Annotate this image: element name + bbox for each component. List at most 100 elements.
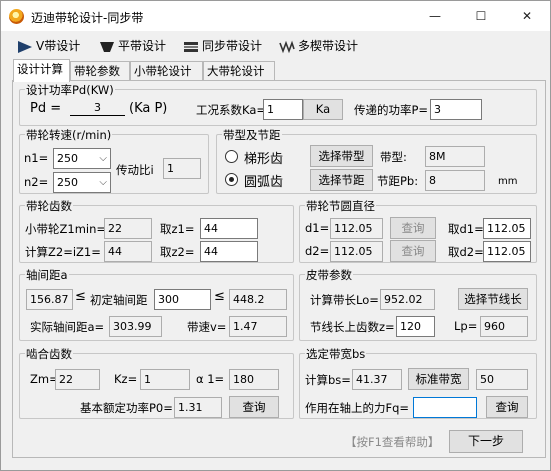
tab-small-wheel[interactable]: 小带轮设计 [130,61,203,81]
ratio-label: 传动比i [116,163,154,177]
menu-flat-belt[interactable]: 平带设计 [99,36,166,56]
group-pitch-diameter: 带轮节圆直径 d1= 112.05 查询 取d1= 112.05 d2= 112… [299,198,537,263]
minimize-button[interactable]: — [412,1,458,31]
z2calc-value: 44 [104,241,152,262]
belt-speed-value: 1.47 [229,316,287,337]
shaft-force-input[interactable] [413,397,477,418]
d2-query-button[interactable]: 查询 [390,240,436,262]
tab-wheel-params[interactable]: 带轮参数 [70,61,130,81]
init-center-input[interactable]: 300 [154,289,211,310]
close-button[interactable]: ✕ [504,1,550,31]
menu-multi-v-belt[interactable]: 多楔带设计 [279,36,358,56]
group-center-distance: 轴间距a 156.87 ≤ 初定轴间距 300 ≤ 448.2 实际轴间距a= … [19,267,294,341]
chevron-down-icon: ⌵ [99,153,107,164]
ka-label: 工况系数Ka= [196,103,267,117]
main-window: 迈迪带轮设计-同步带 — ☐ ✕ V带设计 平带设计 同步带设计 多楔带设计 设… [0,0,551,471]
n2-label: n2= [24,175,49,189]
group-mesh-teeth-label: 啮合齿数 [25,346,73,362]
kz-value: 1 [140,369,190,390]
design-power-value: 3 [70,101,125,116]
belt-length-label: 计算带长Lo= [310,293,379,307]
bs-calc-value: 41.37 [352,369,402,390]
td1-label: 取d1= [448,222,484,236]
d2-label: d2= [305,244,330,258]
belt-teeth-input[interactable]: 120 [396,316,435,337]
power-input[interactable]: 3 [430,99,482,120]
p0-query-button[interactable]: 查询 [229,396,279,418]
belt-teeth-label: 节线长上齿数z= [310,320,395,334]
actual-center-label: 实际轴间距a= [30,320,105,334]
lp-value: 960 [480,316,528,337]
pitch-label: 节距Pb: [377,174,419,188]
z1-input[interactable]: 44 [200,218,258,239]
tab-large-wheel[interactable]: 大带轮设计 [203,61,275,81]
z1-label: 取z1= [160,222,195,236]
td1-input[interactable]: 112.05 [483,218,531,239]
d1-value: 112.05 [330,218,383,239]
init-center-label: 初定轴间距 [90,293,148,307]
ka-button[interactable]: Ka [303,99,343,120]
less-equal-1: ≤ [75,289,86,304]
group-teeth: 带轮齿数 小带轮Z1min= 22 取z1= 44 计算Z2=iZ1= 44 取… [19,198,294,263]
window-title: 迈迪带轮设计-同步带 [31,11,144,25]
center-max-value: 448.2 [229,289,287,310]
group-belt-params: 皮带参数 计算带长Lo= 952.02 选择节线长 节线长上齿数z= 120 L… [299,267,537,341]
select-pitch-button[interactable]: 选择节距 [310,169,373,191]
td2-input[interactable]: 112.05 [483,241,531,262]
shaft-force-query-button[interactable]: 查询 [486,396,528,418]
next-step-button[interactable]: 下一步 [449,430,523,453]
group-belt-type-label: 带型及节距 [222,127,282,143]
lp-label: Lp= [454,319,478,333]
n2-select[interactable]: 250 ⌵ [53,172,111,193]
d1-query-button[interactable]: 查询 [390,217,436,239]
belt-length-value: 952.02 [380,289,435,310]
p0-value: 1.31 [174,397,222,418]
sync-belt-icon [184,41,198,52]
menu-v-belt-label: V带设计 [36,39,81,53]
less-equal-2: ≤ [214,289,225,304]
standard-width-value: 50 [476,369,528,390]
menu-sync-belt-label: 同步带设计 [202,39,263,53]
group-mesh-teeth: 啮合齿数 Zm= 22 Kz= 1 α 1= 180 基本额定功率P0= 1.3… [19,346,294,419]
group-belt-type: 带型及节距 梯形齿 圆弧齿 选择带型 带型: 8M 选择节距 节距Pb: 8 m… [216,127,537,194]
menu-sync-belt[interactable]: 同步带设计 [183,36,262,56]
menu-v-belt[interactable]: V带设计 [17,36,80,56]
maximize-button[interactable]: ☐ [458,1,504,31]
group-teeth-label: 带轮齿数 [25,198,73,214]
shaft-force-label: 作用在轴上的力Fq= [305,401,410,415]
z1min-label: 小带轮Z1min= [25,222,107,236]
tab-design-calc[interactable]: 设计计算 [13,59,70,82]
arc-tooth-radio[interactable] [225,173,238,186]
menu-multi-v-belt-label: 多楔带设计 [298,39,359,53]
belt-speed-label: 带速v= [187,320,227,334]
group-speed: 带轮转速(r/min) n1= 250 ⌵ n2= 250 ⌵ 传动比i 1 [19,127,209,194]
group-pitch-diameter-label: 带轮节圆直径 [305,198,376,214]
group-belt-width: 选定带宽bs 计算bs= 41.37 标准带宽 50 作用在轴上的力Fq= 查询 [299,346,537,419]
tab-page-design: 设计功率Pd(KW) Pd = 3 (Ka P) 工况系数Ka= 1 Ka 传递… [12,80,546,458]
zm-value: 22 [55,369,100,390]
group-belt-width-label: 选定带宽bs [305,346,367,362]
ka-input[interactable]: 1 [263,99,303,120]
trapezoid-label: 梯形齿 [244,152,284,167]
title-bar: 迈迪带轮设计-同步带 — ☐ ✕ [1,1,550,31]
menu-bar: V带设计 平带设计 同步带设计 多楔带设计 [1,34,550,58]
power-label: 传递的功率P= [354,103,429,117]
menu-flat-belt-label: 平带设计 [118,39,167,53]
select-pitch-length-button[interactable]: 选择节线长 [458,288,528,310]
pitch-value: 8 [425,170,485,191]
group-design-power-label: 设计功率Pd(KW) [25,82,115,98]
chevron-down-icon: ⌵ [99,177,107,188]
n2-value: 250 [57,176,78,189]
standard-width-button[interactable]: 标准带宽 [408,368,469,390]
n1-select[interactable]: 250 ⌵ [53,148,111,169]
z1min-value: 22 [104,218,152,239]
group-speed-label: 带轮转速(r/min) [25,127,113,143]
bs-calc-label: 计算bs= [305,373,351,387]
z2calc-label: 计算Z2=iZ1= [25,245,101,259]
play-arrow-icon [18,40,32,53]
d2-value: 112.05 [330,241,383,262]
z2-input[interactable]: 44 [200,241,258,262]
trapezoid-radio[interactable] [225,150,238,163]
select-type-button[interactable]: 选择带型 [310,145,373,167]
ratio-value: 1 [163,158,201,179]
